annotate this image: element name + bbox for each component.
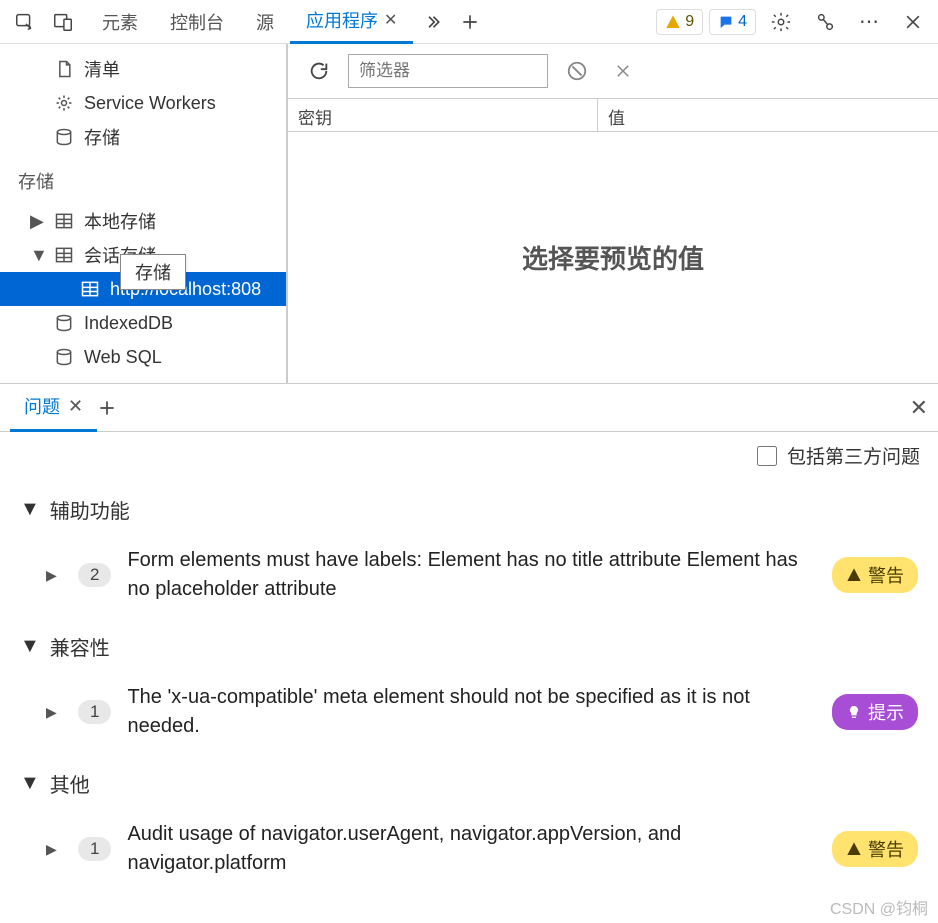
sidebar-item-storage[interactable]: 存储	[0, 120, 286, 154]
chevron-down-icon: ▼	[30, 245, 44, 266]
database-icon	[54, 347, 74, 367]
preview-empty-message: 选择要预览的值	[288, 132, 938, 383]
sidebar-item-local-storage[interactable]: ▶ 本地存储	[0, 204, 286, 238]
refresh-icon[interactable]	[302, 54, 336, 88]
tab-issues-label: 问题	[24, 393, 60, 419]
tag-warning: 警告	[832, 831, 918, 867]
section-label: 其他	[50, 769, 90, 798]
toolbar-right: 9 4 ⋯	[656, 3, 932, 41]
close-icon[interactable]: ✕	[384, 10, 397, 30]
tooltip: 存储	[120, 254, 186, 290]
sidebar-item-label: 本地存储	[84, 208, 156, 234]
filter-input[interactable]	[348, 54, 548, 88]
more-menu-icon[interactable]: ⋯	[850, 3, 888, 41]
issues-body: ▼ 辅助功能 ▶ 2 Form elements must have label…	[0, 479, 938, 896]
messages-count: 4	[738, 13, 747, 31]
tab-elements[interactable]: 元素	[86, 0, 154, 44]
third-party-label: 包括第三方问题	[787, 442, 920, 469]
delete-icon[interactable]	[606, 54, 640, 88]
chevron-down-icon: ▼	[20, 498, 40, 521]
sidebar-item-service-workers[interactable]: Service Workers	[0, 86, 286, 120]
tag-warning: 警告	[832, 557, 918, 593]
sidebar-item-manifest[interactable]: 清单	[0, 52, 286, 86]
issue-row: ▶ 2 Form elements must have labels: Elem…	[12, 534, 926, 622]
sidebar-item-websql[interactable]: Web SQL	[0, 340, 286, 374]
close-drawer-icon[interactable]: ✕	[910, 395, 928, 421]
add-tab-icon[interactable]	[451, 3, 489, 41]
close-devtools-icon[interactable]	[894, 3, 932, 41]
main-tabs: 元素 控制台 源 应用程序 ✕	[86, 0, 489, 44]
tab-issues[interactable]: 问题 ✕	[10, 384, 97, 432]
issue-text[interactable]: Form elements must have labels: Element …	[127, 546, 816, 604]
settings-icon[interactable]	[762, 3, 800, 41]
chevron-right-icon[interactable]: ▶	[46, 704, 62, 721]
filter-bar	[288, 44, 938, 98]
storage-table-header: 密钥 值	[288, 98, 938, 132]
sidebar-item-label: 存储	[84, 124, 120, 150]
inspect-element-icon[interactable]	[6, 3, 44, 41]
sidebar-item-label: Web SQL	[84, 347, 162, 368]
warning-icon	[846, 567, 862, 583]
column-value[interactable]: 值	[598, 99, 938, 131]
storage-detail-pane: 密钥 值 选择要预览的值	[288, 44, 938, 383]
issue-row: ▶ 1 The 'x-ua-compatible' meta element s…	[12, 671, 926, 759]
section-label: 辅助功能	[50, 495, 130, 524]
application-panel: 清单 Service Workers 存储 存储 ▶ 本地存储 ▼ 会话存储 h…	[0, 44, 938, 384]
table-icon	[80, 279, 100, 299]
issue-section-compatibility[interactable]: ▼ 兼容性	[12, 622, 926, 671]
tag-label: 警告	[868, 836, 904, 862]
issue-count: 1	[78, 700, 111, 724]
third-party-toggle-row: 包括第三方问题	[0, 432, 938, 479]
activity-icon[interactable]	[806, 3, 844, 41]
more-tabs-icon[interactable]	[413, 3, 451, 41]
lightbulb-icon	[846, 704, 862, 720]
chevron-right-icon[interactable]: ▶	[46, 841, 62, 858]
issue-text[interactable]: Audit usage of navigator.userAgent, navi…	[127, 820, 816, 878]
third-party-checkbox[interactable]	[757, 446, 777, 466]
database-icon	[54, 313, 74, 333]
add-drawer-tab-icon[interactable]	[97, 398, 117, 418]
tab-application[interactable]: 应用程序 ✕	[290, 0, 413, 44]
warnings-badge[interactable]: 9	[656, 9, 703, 35]
chevron-down-icon: ▼	[20, 772, 40, 795]
close-icon[interactable]: ✕	[68, 396, 83, 417]
section-label: 兼容性	[50, 632, 110, 661]
devtools-toolbar: 元素 控制台 源 应用程序 ✕ 9 4 ⋯	[0, 0, 938, 44]
chevron-right-icon[interactable]: ▶	[46, 567, 62, 584]
table-icon	[54, 245, 74, 265]
tag-label: 提示	[868, 699, 904, 725]
drawer-tabbar: 问题 ✕ ✕	[0, 384, 938, 432]
device-toggle-icon[interactable]	[44, 3, 82, 41]
issue-count: 2	[78, 563, 111, 587]
tag-hint: 提示	[832, 694, 918, 730]
tab-console[interactable]: 控制台	[154, 0, 240, 44]
issue-text[interactable]: The 'x-ua-compatible' meta element shoul…	[127, 683, 816, 741]
database-icon	[54, 127, 74, 147]
messages-badge[interactable]: 4	[709, 9, 756, 35]
table-icon	[54, 211, 74, 231]
tab-source[interactable]: 源	[240, 0, 290, 44]
issue-row: ▶ 1 Audit usage of navigator.userAgent, …	[12, 808, 926, 896]
column-key[interactable]: 密钥	[288, 99, 598, 131]
sidebar-item-label: 清单	[84, 56, 120, 82]
warnings-count: 9	[685, 13, 694, 31]
watermark: CSDN @钧桐	[830, 895, 928, 919]
sidebar-section-storage: 存储	[0, 154, 286, 204]
sidebar-item-indexeddb[interactable]: IndexedDB	[0, 306, 286, 340]
sidebar-item-label: IndexedDB	[84, 313, 173, 334]
document-icon	[54, 59, 74, 79]
issue-section-accessibility[interactable]: ▼ 辅助功能	[12, 485, 926, 534]
application-sidebar: 清单 Service Workers 存储 存储 ▶ 本地存储 ▼ 会话存储 h…	[0, 44, 288, 383]
chevron-down-icon: ▼	[20, 635, 40, 658]
clear-all-icon[interactable]	[560, 54, 594, 88]
warning-icon	[846, 841, 862, 857]
chevron-right-icon: ▶	[30, 211, 44, 232]
issue-section-other[interactable]: ▼ 其他	[12, 759, 926, 808]
issue-count: 1	[78, 837, 111, 861]
tag-label: 警告	[868, 562, 904, 588]
sidebar-item-label: Service Workers	[84, 93, 216, 114]
tab-application-label: 应用程序	[306, 7, 378, 33]
gear-icon	[54, 93, 74, 113]
